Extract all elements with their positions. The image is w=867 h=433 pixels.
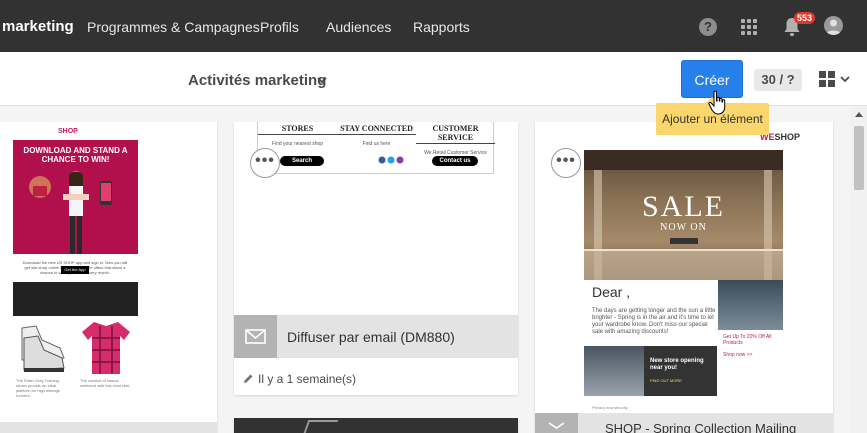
nav-programmes-campagnes[interactable]: Programmes & Campagnes — [87, 19, 260, 35]
product-caption-left: The Flash Gray Training shoes provide an… — [16, 378, 61, 398]
view-switcher-icon[interactable] — [819, 70, 853, 88]
greeting: Dear , — [592, 284, 631, 300]
privacy-text: Privacy and security — [592, 405, 628, 410]
card-title[interactable]: SHOP - Spring Collection Mailing — [605, 421, 796, 433]
social-icons — [378, 156, 404, 164]
item-counter: 30 / ? — [754, 69, 802, 91]
store-opening-title: New store opening near you! — [650, 358, 704, 371]
preview-col-service: CUSTOMER SERVICE We.Retail Customer Serv… — [416, 124, 495, 156]
find-out-more-link: FIND OUT MORE — [650, 378, 682, 383]
page-title[interactable]: Activités marketing — [188, 72, 326, 89]
preview-col-social: STAY CONNECTED Find us here — [337, 124, 416, 147]
modified-date: Il y a 1 semaine(s) — [258, 372, 357, 386]
more-options-button[interactable]: ••• — [551, 148, 581, 178]
vertical-scrollbar[interactable] — [851, 106, 867, 433]
envelope-icon — [548, 422, 565, 429]
offer-panel: Get Up To 20% Off All Products Shop now … — [718, 280, 783, 398]
apps-grid-icon[interactable] — [741, 19, 757, 35]
get-app-button: Get the App — [61, 266, 89, 274]
top-navigation: marketing Programmes & Campagnes Profils… — [0, 0, 867, 52]
mannequins-image — [718, 280, 783, 330]
email-preview: STORES Find your nearest shop STAY CONNE… — [257, 122, 495, 174]
pencil-icon — [244, 374, 253, 383]
user-icon — [826, 19, 841, 35]
gift-box-image — [29, 176, 51, 198]
scrollbar-thumb[interactable] — [854, 126, 864, 190]
sneaker-image — [21, 325, 65, 372]
preview-search-button: Search — [280, 156, 324, 166]
email-type-badge — [535, 413, 578, 433]
shop-now-link: Shop now >> — [723, 352, 753, 358]
dark-promo-banner — [13, 282, 138, 316]
scroll-up-icon[interactable] — [855, 112, 863, 117]
preview-col-stores: STORES Find your nearest shop — [258, 124, 337, 147]
chevron-down-icon[interactable] — [316, 74, 328, 86]
activity-card-email-dm880[interactable]: STORES Find your nearest shop STAY CONNE… — [234, 122, 518, 395]
card-footer — [0, 422, 217, 433]
card-title[interactable]: Diffuser par email (DM880) — [287, 329, 455, 345]
sale-hero-image: SALE NOW ON — [584, 150, 783, 280]
help-icon[interactable]: ? — [699, 18, 717, 36]
activity-card-app-download[interactable]: SHOP DOWNLOAD AND STAND A CHANCE TO WIN!… — [0, 122, 217, 433]
plaid-shirt-image — [82, 322, 130, 374]
offer-text: Get Up To 20% Off All Products — [723, 334, 772, 346]
email-type-badge — [234, 315, 277, 358]
hand-cursor-icon — [708, 90, 726, 115]
hero-headline: DOWNLOAD AND STAND A CHANCE TO WIN! — [23, 146, 128, 164]
phone-image — [100, 181, 112, 205]
activity-card-next[interactable] — [234, 418, 518, 433]
woman-with-phone-image — [63, 171, 89, 254]
activities-toolbar: Activités marketing Créer 30 / ? — [0, 52, 867, 106]
email-body-text: The days are getting longer and the sun … — [592, 308, 716, 335]
envelope-icon — [245, 329, 266, 344]
preview-contact-button: Contact us — [432, 156, 478, 166]
nav-rapports[interactable]: Rapports — [413, 19, 470, 35]
brand-title[interactable]: marketing — [2, 18, 74, 35]
card-footer: Diffuser par email (DM880) — [234, 315, 518, 358]
avatar[interactable] — [824, 16, 843, 35]
store-opening-banner: New store opening near you! FIND OUT MOR… — [584, 346, 717, 396]
activity-card-spring-collection[interactable]: ••• WESHOP SALE NOW ON Dear , The days a… — [535, 122, 833, 433]
more-options-button[interactable]: ••• — [250, 148, 280, 178]
card-meta: Il y a 1 semaine(s) — [242, 372, 356, 386]
card-preview-corner — [303, 420, 339, 433]
now-on-text: NOW ON — [660, 222, 707, 233]
sale-headline: SALE — [642, 190, 725, 223]
product-caption-right: The comfort of casual weekend with this … — [80, 378, 131, 388]
store-image — [584, 346, 644, 396]
hero-banner: DOWNLOAD AND STAND A CHANCE TO WIN! — [13, 140, 138, 254]
nav-audiences[interactable]: Audiences — [326, 19, 391, 35]
shop-now-bar — [670, 238, 698, 244]
shop-logo: SHOP — [58, 128, 78, 135]
card-footer: SHOP - Spring Collection Mailing — [535, 413, 833, 433]
notification-badge: 553 — [794, 12, 816, 24]
nav-profils[interactable]: Profils — [260, 19, 299, 35]
